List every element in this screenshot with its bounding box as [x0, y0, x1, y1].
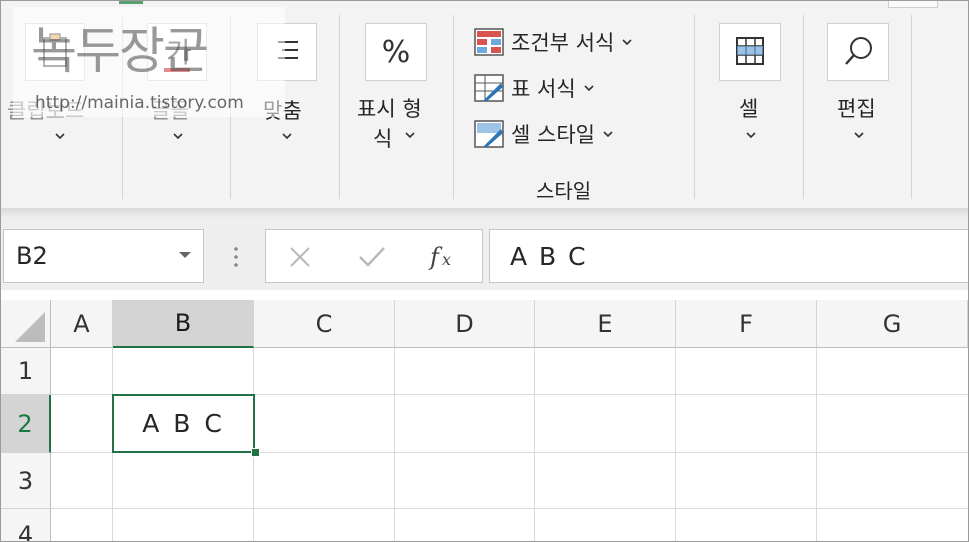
- excel-window: 클립보드 가 글꼴 맞춤 녹두장군 http://mainia.tis: [0, 0, 969, 542]
- name-box[interactable]: B2: [3, 229, 204, 283]
- styles-group-label: 스타일: [536, 179, 592, 203]
- svg-text:f: f: [428, 243, 443, 271]
- column-header-c[interactable]: C: [254, 300, 395, 348]
- table-format-label: 표 서식: [511, 77, 576, 101]
- number-format-label-line1[interactable]: 표시 형: [357, 93, 422, 123]
- select-all-button[interactable]: [1, 300, 51, 348]
- chevron-down-icon[interactable]: [282, 133, 292, 139]
- group-divider: [911, 15, 912, 199]
- group-divider: [803, 15, 804, 199]
- ribbon-shadow: [1, 208, 968, 218]
- confirm-icon[interactable]: [358, 245, 386, 269]
- chevron-down-icon[interactable]: [746, 132, 756, 138]
- chevron-down-icon[interactable]: [173, 133, 183, 139]
- row-header-4[interactable]: 4: [1, 509, 51, 541]
- column-header-f[interactable]: F: [676, 300, 817, 348]
- search-icon: [845, 37, 872, 65]
- formula-text: A B C: [510, 242, 588, 271]
- chevron-down-icon: [584, 85, 594, 91]
- watermark-overlay: 녹두장군 http://mainia.tistory.com: [13, 7, 285, 117]
- row-header-3[interactable]: 3: [1, 453, 51, 509]
- formula-buttons: f x: [265, 229, 483, 283]
- cell-style-button[interactable]: 셀 스타일: [473, 117, 613, 151]
- cancel-icon[interactable]: [288, 245, 312, 269]
- cell-style-label: 셀 스타일: [511, 123, 595, 147]
- tab-indicator: [119, 1, 143, 4]
- name-box-value: B2: [16, 242, 48, 270]
- watermark-title: 녹두장군: [31, 22, 209, 80]
- chevron-down-icon: [622, 39, 632, 45]
- gridline: [394, 348, 395, 541]
- cells-group-label[interactable]: 셀: [739, 93, 758, 123]
- svg-text:x: x: [442, 250, 451, 269]
- dropdown-arrow-icon[interactable]: [179, 252, 191, 259]
- chevron-down-icon: [603, 131, 613, 137]
- ribbon-option-fragment: [888, 1, 938, 8]
- insert-function-icon[interactable]: f x: [426, 240, 460, 274]
- group-divider: [339, 15, 340, 199]
- conditional-format-button[interactable]: 조건부 서식: [473, 25, 632, 59]
- group-divider: [694, 15, 695, 199]
- worksheet-grid: A B C D E F G 1 2 3 4 A B C: [1, 300, 968, 541]
- column-header-d[interactable]: D: [395, 300, 535, 348]
- gridline: [534, 348, 535, 541]
- group-divider: [453, 15, 454, 199]
- table-format-button[interactable]: 표 서식: [473, 71, 594, 105]
- column-header-b[interactable]: B: [113, 300, 254, 348]
- table-format-icon: [474, 74, 504, 102]
- percent-icon: %: [381, 34, 411, 70]
- cells-button[interactable]: [719, 23, 781, 81]
- gridline: [675, 348, 676, 541]
- select-all-triangle-icon: [15, 312, 45, 342]
- cells-icon: [736, 37, 764, 65]
- vertical-dots-icon[interactable]: [233, 246, 239, 268]
- cell-style-icon: [474, 120, 504, 148]
- watermark-url: http://mainia.tistory.com: [35, 93, 244, 113]
- conditional-format-icon: [474, 28, 504, 56]
- number-format-label-line2[interactable]: 식: [373, 123, 392, 153]
- gridline: [816, 348, 817, 541]
- ribbon: 클립보드 가 글꼴 맞춤 녹두장군 http://mainia.tis: [1, 1, 968, 208]
- formula-input[interactable]: A B C: [489, 229, 968, 283]
- active-cell-b2[interactable]: A B C: [112, 394, 255, 453]
- column-header-a[interactable]: A: [51, 300, 113, 348]
- fill-handle[interactable]: [251, 448, 260, 457]
- chevron-down-icon[interactable]: [405, 132, 415, 138]
- column-header-g[interactable]: G: [817, 300, 968, 348]
- row-header-2[interactable]: 2: [1, 395, 51, 453]
- chevron-down-icon[interactable]: [854, 132, 864, 138]
- gridline: [51, 508, 968, 509]
- number-format-button[interactable]: %: [365, 23, 427, 81]
- row-header-1[interactable]: 1: [1, 348, 51, 395]
- edit-group-label[interactable]: 편집: [837, 93, 876, 123]
- edit-button[interactable]: [827, 23, 889, 81]
- chevron-down-icon[interactable]: [55, 133, 65, 139]
- column-header-e[interactable]: E: [535, 300, 676, 348]
- conditional-format-label: 조건부 서식: [511, 31, 615, 55]
